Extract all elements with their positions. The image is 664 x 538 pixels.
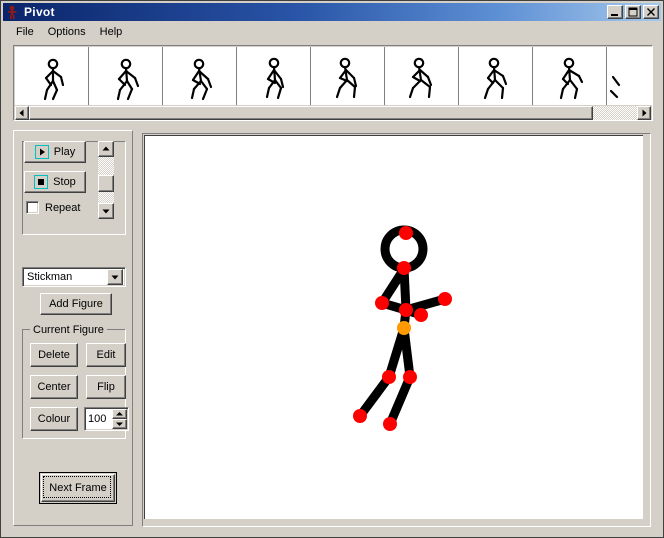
figure-size-value: 100 [88, 413, 107, 425]
delete-button[interactable]: Delete [30, 343, 78, 367]
menu-bar: File Options Help [3, 23, 661, 41]
window-title: Pivot [24, 5, 55, 19]
edit-label: Edit [96, 349, 116, 361]
joint-right-hand [438, 292, 452, 306]
play-button-label: Play [53, 146, 76, 158]
joint-left-hand [414, 308, 428, 322]
joint-neck [397, 261, 411, 275]
stickman-icon [5, 5, 21, 20]
figure-size-spinner[interactable]: 100 [84, 407, 129, 431]
menu-item-file[interactable]: File [9, 24, 41, 40]
frame-thumbnail[interactable] [15, 47, 89, 105]
repeat-checkbox[interactable] [26, 201, 39, 214]
animation-canvas-frame [142, 133, 651, 527]
joint-right-foot [383, 417, 397, 431]
title-bar[interactable]: Pivot [3, 3, 661, 21]
minimize-button[interactable] [607, 5, 623, 19]
joint-left-foot [353, 409, 367, 423]
frame-thumbnail[interactable] [237, 47, 311, 105]
speed-scrollbar-track[interactable] [98, 157, 114, 203]
spin-up-icon[interactable] [112, 409, 127, 419]
filmstrip-horizontal-scrollbar[interactable] [15, 106, 651, 120]
colour-label: Colour [37, 413, 71, 425]
spin-down-icon[interactable] [112, 419, 127, 429]
figure-select-dropdown[interactable]: Stickman [22, 267, 126, 287]
add-figure-button[interactable]: Add Figure [40, 293, 112, 315]
joint-head-top [399, 226, 413, 240]
current-figure-group-title: Current Figure [30, 324, 107, 336]
animation-canvas[interactable] [144, 135, 643, 519]
frame-thumbnail[interactable] [89, 47, 163, 105]
scroll-down-icon[interactable] [98, 203, 114, 219]
joint-left-knee [382, 370, 396, 384]
repeat-checkbox-row[interactable]: Repeat [26, 201, 80, 214]
frame-thumbnail[interactable] [607, 47, 652, 105]
joint-hip [397, 321, 411, 335]
flip-button[interactable]: Flip [86, 375, 126, 399]
center-label: Center [37, 381, 71, 393]
frame-thumbnail[interactable] [163, 47, 237, 105]
frame-filmstrip [13, 45, 653, 121]
stop-button-label: Stop [53, 176, 76, 188]
speed-scrollbar-thumb[interactable] [98, 175, 114, 192]
close-button[interactable] [643, 5, 659, 19]
chevron-down-icon[interactable] [107, 269, 123, 285]
spinner-buttons [112, 409, 127, 429]
frame-thumbnail[interactable] [459, 47, 533, 105]
colour-button[interactable]: Colour [30, 407, 78, 431]
menu-item-help[interactable]: Help [93, 24, 130, 40]
figure-select-value: Stickman [27, 271, 73, 283]
repeat-label: Repeat [45, 201, 81, 214]
stickman-figure[interactable] [145, 136, 643, 519]
center-button[interactable]: Center [30, 375, 78, 399]
maximize-button[interactable] [625, 5, 641, 19]
pivot-application-window: Pivot File Options Help Play Stop Repeat… [0, 0, 664, 538]
scrollbar-thumb[interactable] [29, 106, 593, 120]
joint-left-elbow [375, 296, 389, 310]
scroll-left-icon[interactable] [15, 106, 29, 120]
stop-button[interactable]: Stop [24, 171, 86, 193]
control-panel: Play Stop Repeat Stickman Add Figure Cur… [13, 130, 133, 526]
delete-label: Delete [38, 349, 70, 361]
frame-thumbnail[interactable] [385, 47, 459, 105]
scrollbar-track[interactable] [29, 106, 637, 120]
edit-button[interactable]: Edit [86, 343, 126, 367]
flip-label: Flip [97, 381, 115, 393]
frame-thumbnail[interactable] [533, 47, 607, 105]
joint-chest [399, 303, 413, 317]
play-triangle-icon [34, 145, 49, 159]
frame-thumbnail-row [15, 47, 652, 105]
stop-square-icon [34, 175, 49, 189]
add-figure-label: Add Figure [49, 298, 103, 310]
joint-right-knee [403, 370, 417, 384]
next-frame-button[interactable]: Next Frame [39, 472, 117, 504]
next-frame-label: Next Frame [49, 482, 107, 494]
frame-thumbnail[interactable] [311, 47, 385, 105]
scroll-right-icon[interactable] [637, 106, 651, 120]
window-controls [607, 5, 659, 19]
scroll-up-icon[interactable] [98, 141, 114, 157]
play-button[interactable]: Play [24, 141, 86, 163]
speed-scrollbar[interactable] [98, 141, 114, 219]
next-frame-button-face[interactable]: Next Frame [41, 474, 115, 502]
menu-item-options[interactable]: Options [41, 24, 93, 40]
